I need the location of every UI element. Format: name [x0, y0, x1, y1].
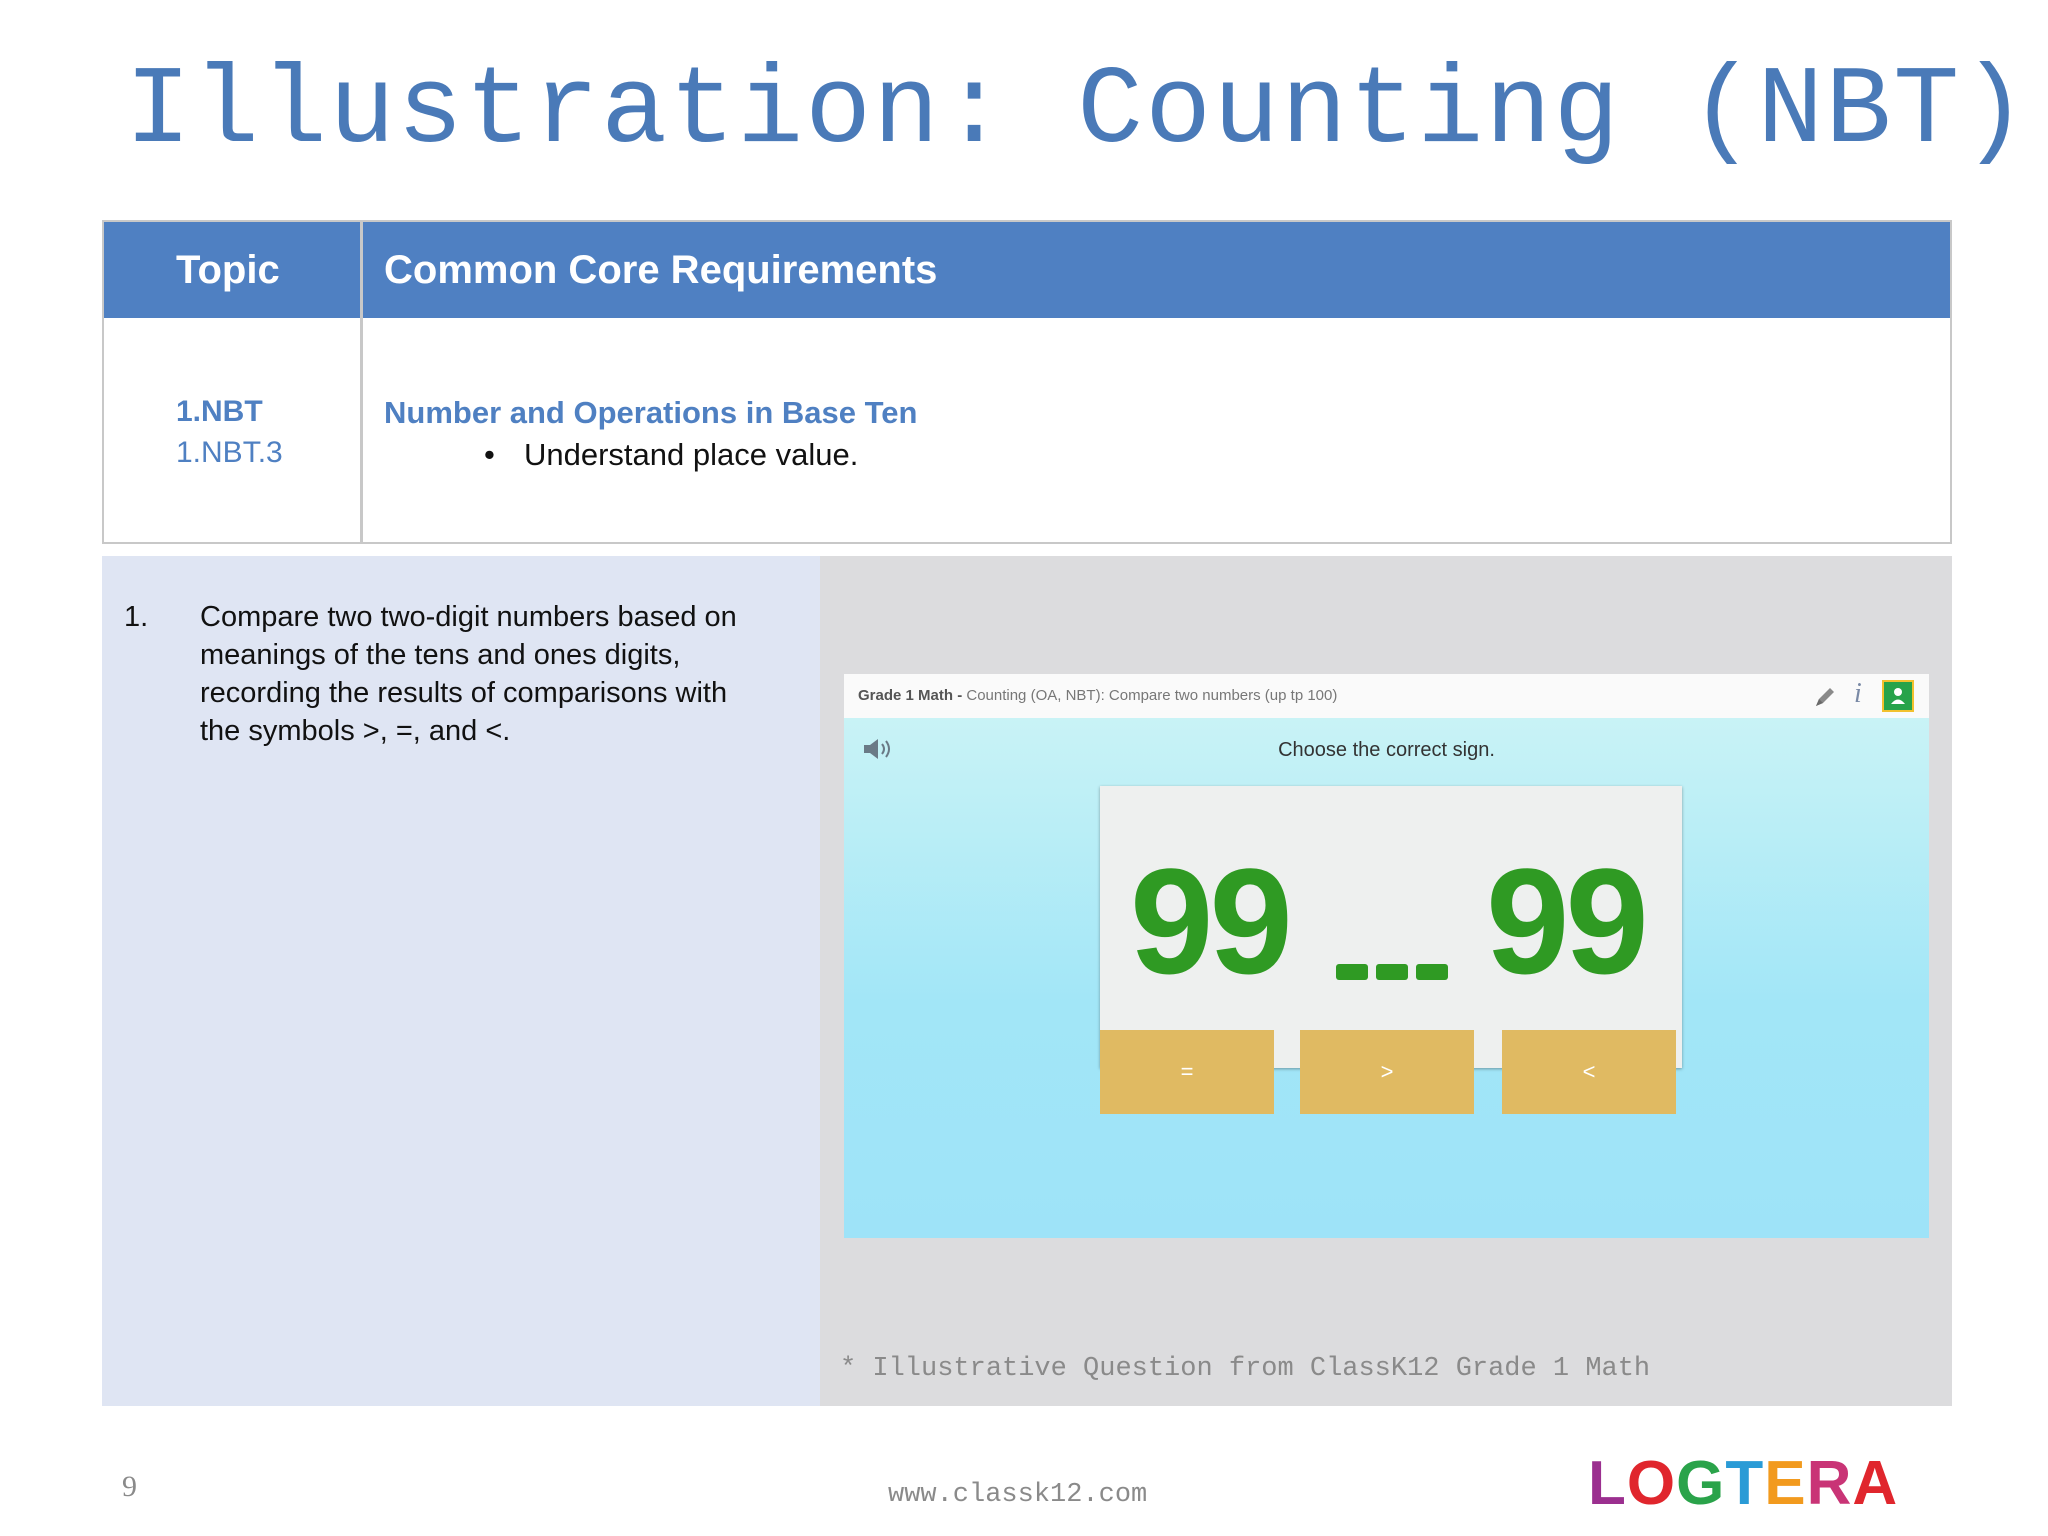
slide-title: Illustration: Counting (NBT) — [125, 50, 2030, 175]
info-icon[interactable]: i — [1854, 678, 1862, 710]
topic-cell: 1.NBT 1.NBT.3 — [176, 392, 283, 473]
number-card: 99 99 — [1100, 786, 1682, 1068]
footer-url: www.classk12.com — [888, 1480, 1148, 1510]
topic-subcode: 1.NBT.3 — [176, 435, 283, 469]
question-screenshot: Grade 1 Math - Counting (OA, NBT): Compa… — [844, 674, 1929, 1238]
domain-heading: Number and Operations in Base Ten — [384, 395, 918, 430]
requirements-table: Topic Common Core Requirements 1.NBT 1.N… — [102, 220, 1952, 544]
google-classroom-icon[interactable] — [1882, 680, 1914, 712]
screenshot-caption: * Illustrative Question from ClassK12 Gr… — [840, 1354, 1651, 1384]
bullet-marker: • — [484, 437, 495, 472]
question-prompt: Choose the correct sign. — [1278, 739, 1495, 761]
breadcrumb-grade: Grade 1 Math - — [858, 687, 967, 704]
standard-panel: 1. Compare two two-digit numbers based o… — [102, 556, 820, 1406]
question-toolbar: Grade 1 Math - Counting (OA, NBT): Compa… — [844, 674, 1929, 719]
svg-text:LOGTERA: LOGTERA — [1588, 1450, 1898, 1512]
standard-number: 1. — [124, 601, 149, 633]
equals-button[interactable]: = — [1100, 1030, 1274, 1114]
breadcrumb-topic: Counting (OA, NBT): Compare two numbers … — [966, 687, 1338, 704]
question-area: Choose the correct sign. 99 99 = > < — [844, 718, 1929, 1238]
standard-text: Compare two two-digit numbers based on m… — [200, 601, 737, 747]
header-topic: Topic — [176, 248, 280, 292]
header-requirements: Common Core Requirements — [384, 248, 938, 292]
topic-code: 1.NBT — [176, 395, 263, 428]
pencil-icon[interactable] — [1812, 684, 1838, 710]
left-number: 99 — [1130, 837, 1293, 1005]
logtera-logo: LOGTERA — [1588, 1450, 1898, 1512]
answer-blank — [1336, 964, 1448, 980]
breadcrumb: Grade 1 Math - Counting (OA, NBT): Compa… — [858, 674, 1337, 718]
greater-than-button[interactable]: > — [1300, 1030, 1474, 1114]
right-number: 99 — [1486, 837, 1649, 1005]
column-divider — [360, 222, 363, 542]
less-than-button[interactable]: < — [1502, 1030, 1676, 1114]
page-number: 9 — [122, 1470, 137, 1503]
bullet-text: Understand place value. — [524, 437, 859, 472]
example-panel: Grade 1 Math - Counting (OA, NBT): Compa… — [820, 556, 1952, 1406]
table-header: Topic Common Core Requirements — [104, 222, 1950, 318]
